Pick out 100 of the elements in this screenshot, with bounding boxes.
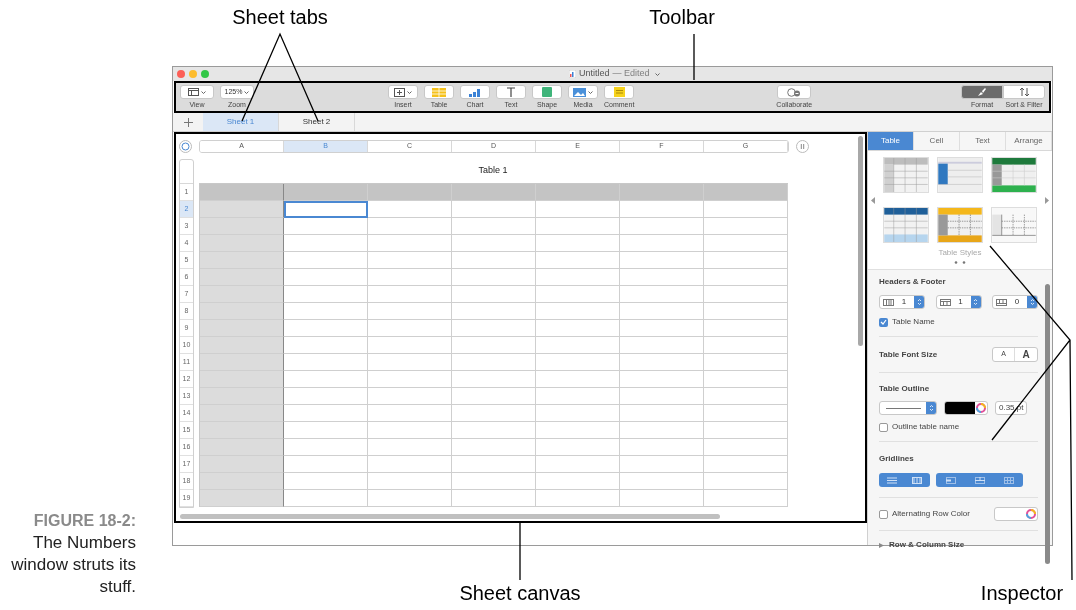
table-cell[interactable] — [452, 405, 536, 422]
table-cell[interactable] — [284, 269, 368, 286]
table-cell[interactable] — [452, 235, 536, 252]
table-cell[interactable] — [284, 218, 368, 235]
table-cell[interactable] — [536, 422, 620, 439]
table-cell[interactable] — [452, 422, 536, 439]
table-cell[interactable] — [452, 218, 536, 235]
table-cell[interactable] — [704, 252, 788, 269]
table-cell[interactable] — [536, 201, 620, 218]
table-cell[interactable] — [368, 490, 452, 507]
table-style-thumbnail[interactable] — [883, 157, 929, 193]
selected-cell[interactable] — [284, 201, 368, 218]
color-well[interactable] — [944, 401, 988, 415]
table-cell[interactable] — [452, 286, 536, 303]
table-cell[interactable] — [200, 473, 284, 490]
table-cell[interactable] — [368, 371, 452, 388]
table-cell[interactable] — [704, 371, 788, 388]
table-cell[interactable] — [368, 303, 452, 320]
table-cell[interactable] — [200, 388, 284, 405]
table-cell[interactable] — [536, 439, 620, 456]
table-cell[interactable] — [200, 371, 284, 388]
table-cell[interactable] — [368, 422, 452, 439]
table-cell[interactable] — [536, 218, 620, 235]
media-button[interactable] — [568, 85, 598, 99]
table-cell[interactable] — [704, 320, 788, 337]
table-cell[interactable] — [368, 473, 452, 490]
table-cell[interactable] — [284, 303, 368, 320]
table-cell[interactable] — [284, 388, 368, 405]
table-cell[interactable] — [536, 490, 620, 507]
table-cell[interactable] — [368, 337, 452, 354]
table-cell[interactable] — [284, 439, 368, 456]
table-cell[interactable] — [200, 303, 284, 320]
number-stepper[interactable]: 0 — [992, 295, 1038, 309]
table-cell[interactable] — [452, 473, 536, 490]
table-cell[interactable] — [284, 235, 368, 252]
table-cell[interactable] — [452, 490, 536, 507]
table-cell[interactable] — [620, 371, 704, 388]
table-cell[interactable] — [704, 201, 788, 218]
table-cell[interactable] — [368, 456, 452, 473]
table-cell[interactable] — [452, 371, 536, 388]
table-cell[interactable] — [536, 354, 620, 371]
table-cell[interactable] — [704, 456, 788, 473]
sort-filter-button[interactable] — [1003, 85, 1045, 99]
header-cell[interactable] — [704, 184, 788, 201]
shape-button[interactable] — [532, 85, 562, 99]
header-cell[interactable] — [536, 184, 620, 201]
table-cell[interactable] — [452, 320, 536, 337]
table-cell[interactable] — [620, 320, 704, 337]
table-cell[interactable] — [284, 354, 368, 371]
table-cell[interactable] — [536, 473, 620, 490]
table-cell[interactable] — [284, 320, 368, 337]
table-cell[interactable] — [368, 354, 452, 371]
table-cell[interactable] — [620, 303, 704, 320]
table-cell[interactable] — [620, 218, 704, 235]
table-cell[interactable] — [368, 320, 452, 337]
table-cell[interactable] — [704, 218, 788, 235]
zoom-window-button[interactable] — [201, 70, 209, 78]
table-cell[interactable] — [704, 286, 788, 303]
minimize-button[interactable] — [189, 70, 197, 78]
number-stepper[interactable]: 1 — [935, 295, 982, 309]
table-cell[interactable] — [536, 286, 620, 303]
table-cell[interactable] — [368, 269, 452, 286]
table-cell[interactable] — [200, 456, 284, 473]
header-cell[interactable] — [200, 184, 284, 201]
vertical-scrollbar[interactable] — [858, 136, 863, 346]
table-cell[interactable] — [620, 405, 704, 422]
table-cell[interactable] — [368, 286, 452, 303]
table-cell[interactable] — [620, 473, 704, 490]
table-cell[interactable] — [368, 218, 452, 235]
table-cell[interactable] — [704, 354, 788, 371]
table-cell[interactable] — [200, 269, 284, 286]
table-cell[interactable] — [704, 439, 788, 456]
table-cell[interactable] — [536, 320, 620, 337]
table-cell[interactable] — [200, 405, 284, 422]
table-cell[interactable] — [704, 269, 788, 286]
table-cell[interactable] — [200, 201, 284, 218]
table-cell[interactable] — [452, 456, 536, 473]
table-cell[interactable] — [452, 269, 536, 286]
table-cell[interactable] — [620, 354, 704, 371]
table-cell[interactable] — [284, 252, 368, 269]
checkbox[interactable] — [879, 317, 888, 327]
table-cell[interactable] — [536, 303, 620, 320]
table-cell[interactable] — [200, 422, 284, 439]
table-cell[interactable] — [704, 422, 788, 439]
table-cell[interactable] — [284, 422, 368, 439]
color-well[interactable] — [994, 507, 1038, 521]
table-cell[interactable] — [620, 235, 704, 252]
table-cell[interactable] — [620, 269, 704, 286]
header-cell[interactable] — [452, 184, 536, 201]
table-cell[interactable] — [620, 490, 704, 507]
table-cell[interactable] — [620, 456, 704, 473]
checkbox[interactable] — [879, 509, 888, 519]
table-cell[interactable] — [452, 388, 536, 405]
table-cell[interactable] — [704, 473, 788, 490]
table-style-thumbnail[interactable] — [883, 207, 929, 243]
table-cell[interactable] — [200, 337, 284, 354]
table-cell[interactable] — [284, 371, 368, 388]
table-cell[interactable] — [620, 286, 704, 303]
table-cell[interactable] — [452, 354, 536, 371]
table-cell[interactable] — [368, 201, 452, 218]
